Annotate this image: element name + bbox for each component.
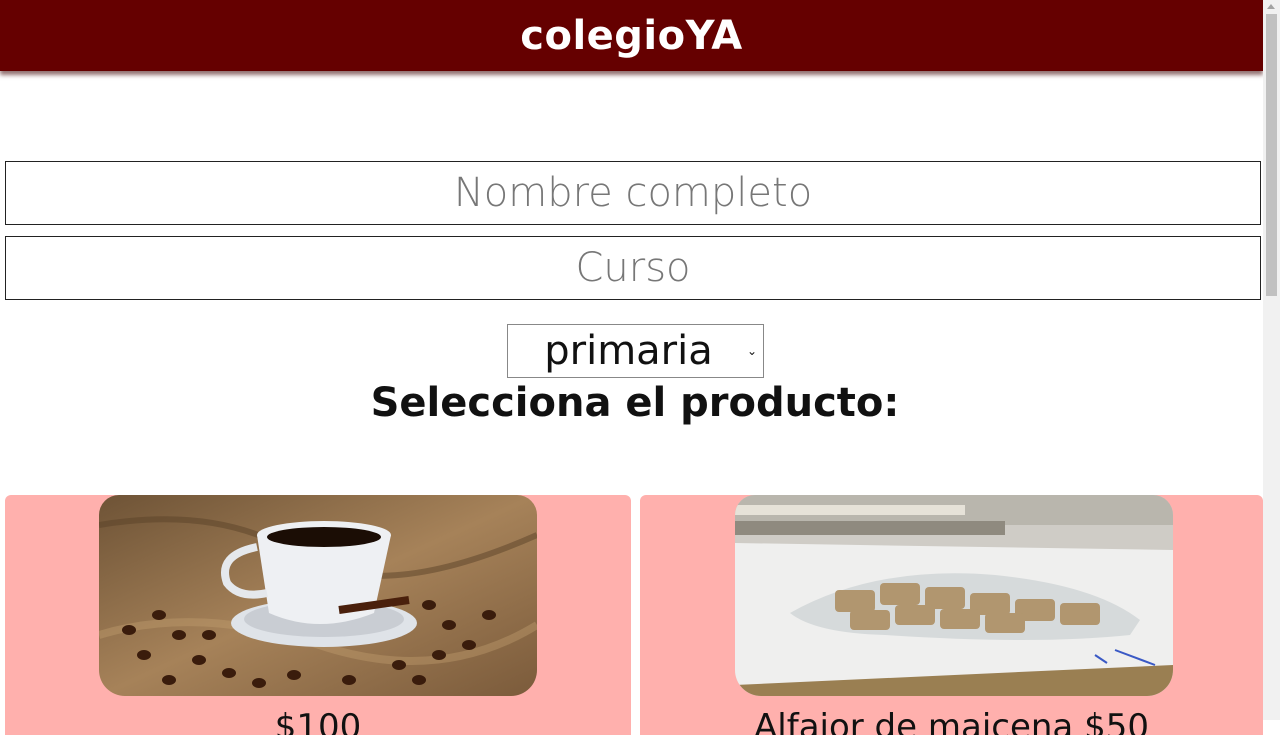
level-select[interactable]: primaria ⌄: [507, 324, 764, 378]
alfajor-package-photo: [735, 495, 1173, 696]
vertical-scrollbar[interactable]: [1263, 0, 1280, 720]
scroll-up-icon[interactable]: [1267, 4, 1275, 9]
product-caption: $100: [274, 707, 362, 735]
scrollbar-thumb[interactable]: [1266, 14, 1277, 296]
full-name-input[interactable]: [5, 161, 1261, 225]
product-card-coffee[interactable]: $100: [5, 495, 631, 735]
brand-logo-text: colegioYA: [520, 12, 743, 59]
top-header: colegioYA: [0, 0, 1263, 71]
level-select-value: primaria: [544, 328, 713, 374]
product-card-alfajor[interactable]: Alfajor de maicena $50: [640, 495, 1263, 735]
course-input[interactable]: [5, 236, 1261, 300]
chevron-down-icon: ⌄: [746, 344, 758, 358]
product-caption: Alfajor de maicena $50: [754, 707, 1149, 735]
product-prompt-heading: Selecciona el producto:: [370, 380, 900, 426]
coffee-cup-photo: [99, 495, 537, 696]
